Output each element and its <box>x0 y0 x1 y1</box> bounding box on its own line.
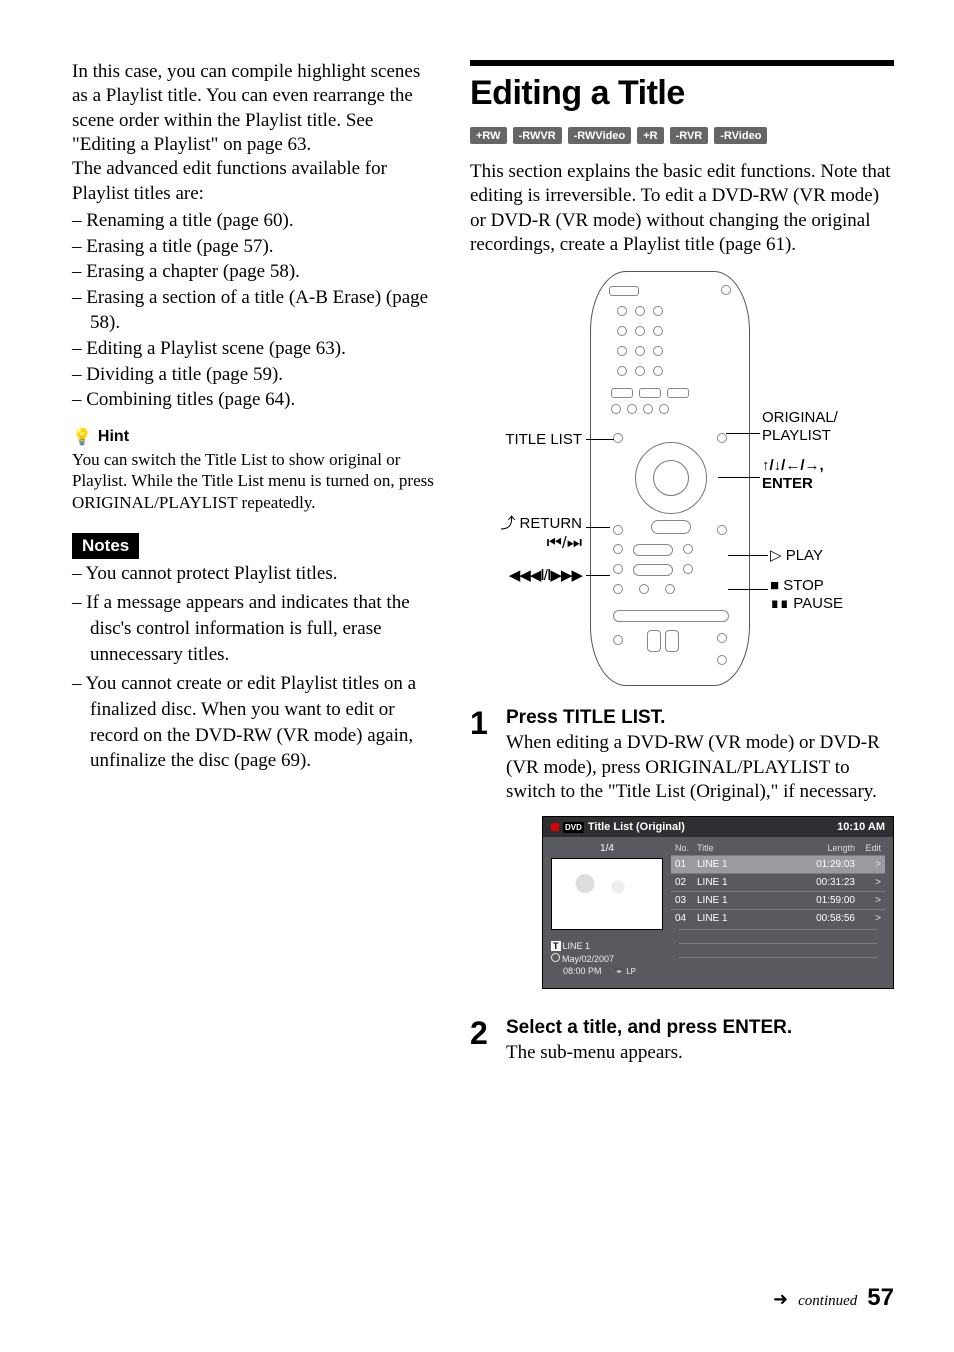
row-title: LINE 1 <box>697 913 801 924</box>
row-len: 00:58:56 <box>801 913 855 924</box>
step-1-heading: Press TITLE LIST. <box>506 707 894 729</box>
col-no: No. <box>675 843 697 853</box>
step-1-desc: When editing a DVD-RW (VR mode) or DVD-R… <box>506 731 894 804</box>
clock-icon <box>551 953 560 962</box>
col-length: Length <box>801 843 855 853</box>
thumbnail <box>551 858 663 930</box>
remote-body <box>590 271 750 686</box>
hint-icon: 💡 <box>72 427 92 447</box>
callout-return-text: RETURN <box>520 515 583 532</box>
list-item: Erasing a section of a title (A-B Erase)… <box>72 285 434 336</box>
list-item: Dividing a title (page 59). <box>72 362 434 388</box>
hint-text: You can switch the Title List to show or… <box>72 449 434 513</box>
step-number-2: 2 <box>470 1017 492 1065</box>
notes-list: You cannot protect Playlist titles. If a… <box>72 561 434 774</box>
continued-arrow-icon: ➜ <box>773 1289 788 1310</box>
screen-header-left: DVD Title List (Original) <box>551 821 685 833</box>
row-edit-arrow: > <box>855 895 881 906</box>
callout-original-playlist: ORIGINAL/ PLAYLIST <box>762 409 838 444</box>
table-row[interactable]: 01 LINE 1 01:29:03 > <box>671 855 885 873</box>
row-title: LINE 1 <box>697 877 801 888</box>
disc-badges: +RW -RWVR -RWVideo +R -RVR -RVideo <box>470 127 894 144</box>
badge-minus-rwvr: -RWVR <box>513 127 562 144</box>
badge-plus-r: +R <box>637 127 663 144</box>
screen-count: 1/4 <box>551 843 663 854</box>
list-item: Renaming a title (page 60). <box>72 208 434 234</box>
callout-rew-fwd: ◀◀◀Ⅰ/Ⅰ▶▶▶ <box>452 567 582 584</box>
badge-minus-rvr: -RVR <box>670 127 709 144</box>
row-len: 01:59:00 <box>801 895 855 906</box>
selected-time: 08:00 PM <box>563 966 602 976</box>
list-item: Combining titles (page 64). <box>72 387 434 413</box>
record-icon <box>551 823 559 831</box>
col-title: Title <box>697 843 801 853</box>
row-no: 02 <box>675 877 697 888</box>
rec-mode: LP <box>626 967 636 976</box>
screen-title-text: Title List (Original) <box>588 821 685 833</box>
row-len: 00:31:23 <box>801 877 855 888</box>
intro-paragraph-1: In this case, you can compile highlight … <box>72 60 434 157</box>
row-len: 01:29:03 <box>801 859 855 870</box>
remote-diagram: TITLE LIST ⤴ RETURN ⏮/⏭ ◀◀◀Ⅰ/Ⅰ▶▶▶ ORIGIN… <box>470 271 894 701</box>
page-number: 57 <box>867 1284 894 1312</box>
section-intro: This section explains the basic edit fun… <box>470 160 894 257</box>
row-no: 04 <box>675 913 697 924</box>
list-item: Erasing a title (page 57). <box>72 234 434 260</box>
callout-arrows-enter: ↑/↓/←/→, ENTER <box>762 457 824 492</box>
table-row[interactable]: 03 LINE 1 01:59:00 > <box>671 891 885 909</box>
row-no: 01 <box>675 859 697 870</box>
intro-paragraph-2: The advanced edit functions available fo… <box>72 157 434 206</box>
table-row[interactable]: 02 LINE 1 00:31:23 > <box>671 873 885 891</box>
callout-stop-pause: ■ STOP ∎∎ PAUSE <box>770 577 843 612</box>
selected-title: LINE 1 <box>563 941 591 951</box>
heading-rule <box>470 60 894 66</box>
step-2-heading: Select a title, and press ENTER. <box>506 1017 894 1039</box>
list-item: Erasing a chapter (page 58). <box>72 259 434 285</box>
page-footer: ➜ continued 57 <box>773 1284 894 1312</box>
notes-badge: Notes <box>72 533 139 559</box>
step-number-1: 1 <box>470 707 492 1001</box>
row-edit-arrow: > <box>855 877 881 888</box>
edit-functions-list: Renaming a title (page 60). Erasing a ti… <box>72 208 434 413</box>
title-list-screen: DVD Title List (Original) 10:10 AM 1/4 <box>542 816 894 989</box>
callout-title-list: TITLE LIST <box>462 431 582 448</box>
row-title: LINE 1 <box>697 859 801 870</box>
step-2-desc: The sub-menu appears. <box>506 1041 894 1065</box>
continued-label: continued <box>798 1293 857 1310</box>
title-icon: T <box>551 941 561 951</box>
list-item: You cannot protect Playlist titles. <box>72 561 434 587</box>
badge-plus-rw: +RW <box>470 127 507 144</box>
dvd-icon: DVD <box>563 822 584 833</box>
row-title: LINE 1 <box>697 895 801 906</box>
screen-column-headers: No. Title Length Edit <box>671 843 885 855</box>
callout-return: ⤴ RETURN <box>462 515 582 532</box>
selected-date: May/02/2007 <box>562 954 614 964</box>
table-row[interactable]: 04 LINE 1 00:58:56 > <box>671 909 885 927</box>
badge-minus-rwvideo: -RWVideo <box>568 127 632 144</box>
screen-bottom-lines <box>671 927 885 979</box>
hint-label: Hint <box>98 428 129 446</box>
row-edit-arrow: > <box>855 913 881 924</box>
row-edit-arrow: > <box>855 859 881 870</box>
list-item: If a message appears and indicates that … <box>72 590 434 667</box>
screen-time: 10:10 AM <box>837 821 885 833</box>
callout-prev-next: ⏮/⏭ <box>462 533 582 553</box>
list-item: You cannot create or edit Playlist title… <box>72 671 434 774</box>
section-heading: Editing a Title <box>470 74 894 113</box>
list-item: Editing a Playlist scene (page 63). <box>72 336 434 362</box>
rec-mode-icon: 📼 LP <box>614 967 636 976</box>
row-no: 03 <box>675 895 697 906</box>
col-edit: Edit <box>855 843 881 853</box>
callout-play: ▷ PLAY <box>770 547 823 564</box>
badge-minus-rvideo: -RVideo <box>714 127 767 144</box>
